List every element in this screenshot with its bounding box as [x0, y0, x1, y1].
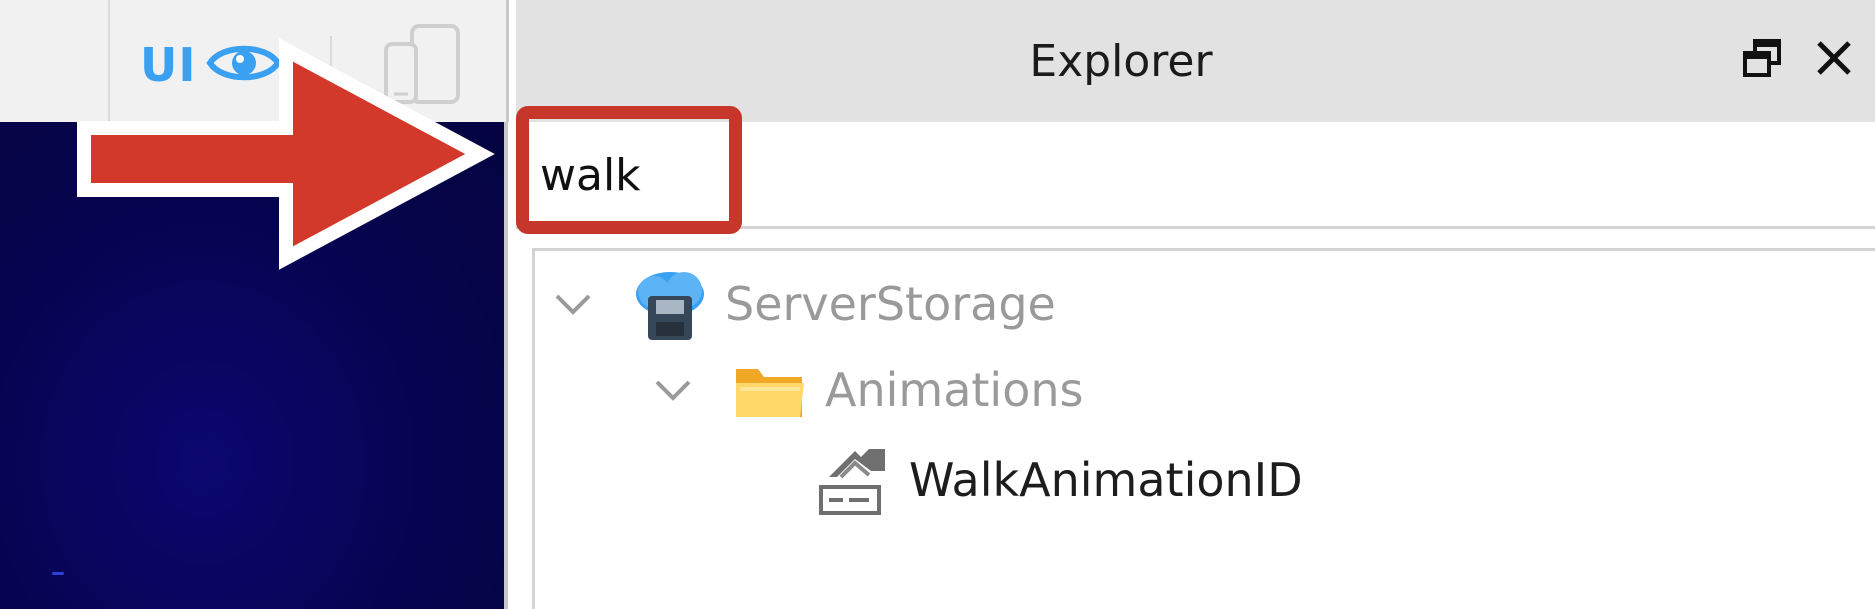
string-value-icon: [811, 437, 897, 523]
explorer-tree: ServerStorage Animations WalkAnimationID: [532, 248, 1875, 609]
chevron-down-icon[interactable]: [643, 360, 703, 420]
viewport-speck: [52, 572, 64, 575]
tree-item-walkanimationid[interactable]: WalkAnimationID: [811, 435, 1303, 525]
close-button[interactable]: [1806, 32, 1862, 88]
tree-item-label: WalkAnimationID: [909, 453, 1303, 507]
toolbar-divider: [330, 36, 332, 96]
ui-visibility-toggle[interactable]: UI: [140, 30, 283, 100]
tree-item-label: Animations: [825, 363, 1084, 417]
close-icon: [1814, 38, 1854, 82]
device-emulator-icon[interactable]: [378, 24, 470, 106]
undock-button[interactable]: [1734, 32, 1790, 88]
viewport-toolbar: UI: [0, 0, 509, 122]
tree-item-animations[interactable]: Animations: [643, 345, 1083, 435]
folder-icon: [727, 347, 813, 433]
panel-divider: [504, 122, 508, 609]
studio-window: UI Explorer walk ServerStorage Animation…: [0, 0, 1875, 609]
eye-icon: [206, 38, 283, 92]
undock-icon: [1742, 38, 1782, 82]
explorer-panel: Explorer walk ServerStorage Animations W…: [516, 0, 1875, 609]
game-viewport[interactable]: [0, 122, 508, 609]
toolbar-divider: [108, 0, 110, 122]
tree-item-serverstorage[interactable]: ServerStorage: [543, 259, 1056, 349]
server-storage-icon: [627, 261, 713, 347]
explorer-title: Explorer: [1029, 35, 1213, 87]
explorer-header: Explorer: [516, 0, 1875, 122]
explorer-search-input[interactable]: [540, 146, 1340, 204]
chevron-down-icon[interactable]: [543, 274, 603, 334]
panel-divider: [506, 0, 509, 122]
explorer-search-bar: [516, 122, 1875, 229]
ui-toggle-label: UI: [140, 38, 197, 92]
tree-item-label: ServerStorage: [725, 277, 1056, 331]
